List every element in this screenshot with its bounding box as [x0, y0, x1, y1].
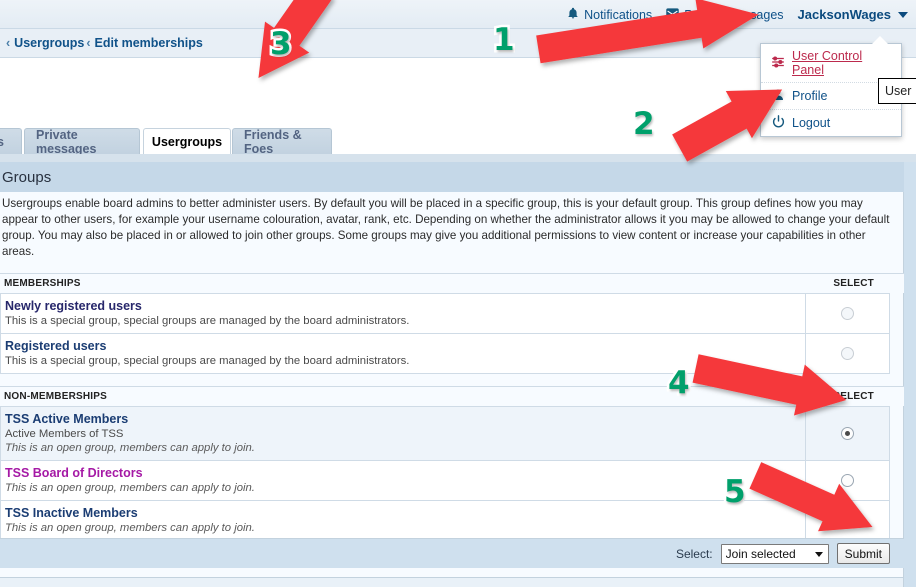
- group-radio[interactable]: [841, 307, 854, 320]
- tab-usergroups-label: Usergroups: [151, 134, 223, 149]
- group-name[interactable]: Newly registered users: [5, 298, 799, 314]
- menu-item-user-control-panel-label: User Control Panel: [792, 49, 863, 77]
- nonmemberships-select-label: SELECT: [833, 391, 874, 402]
- group-description: This is a special group, special groups …: [5, 315, 410, 327]
- group-name[interactable]: TSS Board of Directors: [5, 465, 799, 481]
- nonmemberships-label: NON-MEMBERSHIPS: [4, 391, 108, 402]
- group-name[interactable]: TSS Active Members: [5, 411, 799, 427]
- group-info: TSS Board of Directors This is an open g…: [1, 461, 805, 500]
- group-radio[interactable]: [841, 347, 854, 360]
- group-description: This is a special group, special groups …: [5, 355, 410, 367]
- menu-item-logout-label: Logout: [792, 116, 831, 130]
- tab-private-messages-label: Private messages: [36, 127, 97, 156]
- table-row: TSS Board of Directors This is an open g…: [0, 461, 890, 501]
- panel-header: Groups: [0, 162, 904, 192]
- submit-bar: Select: Join selected Submit: [0, 538, 904, 568]
- group-select-cell: [805, 501, 889, 540]
- breadcrumb-separator-1: ‹: [86, 36, 91, 50]
- breadcrumb-item-edit-memberships[interactable]: Edit memberships: [95, 36, 203, 50]
- group-join-note: This is an open group, members can apply…: [5, 522, 255, 534]
- menu-item-profile-label: Profile: [792, 89, 828, 103]
- group-join-note: This is an open group, members can apply…: [5, 482, 255, 494]
- nonmemberships-list: TSS Active Members Active Members of TSS…: [0, 406, 896, 541]
- tab-profile-partial[interactable]: es: [0, 128, 22, 154]
- bottom-strip: [0, 577, 904, 587]
- chevron-down-icon: [898, 11, 908, 18]
- tab-usergroups[interactable]: Usergroups: [143, 128, 231, 154]
- select-action-label: Select:: [675, 546, 713, 561]
- breadcrumb-separator-0: ‹: [6, 36, 11, 50]
- tabs-underline: [0, 154, 916, 162]
- bell-icon: [567, 7, 579, 22]
- group-radio[interactable]: [841, 474, 854, 487]
- tooltip-popup: User: [878, 78, 916, 104]
- menu-item-logout[interactable]: Logout: [761, 110, 901, 136]
- page-title: Groups: [2, 168, 52, 186]
- page-root: Notifications Private messages JacksonWa…: [0, 0, 916, 587]
- private-messages-label: Private messages: [684, 7, 784, 22]
- group-radio[interactable]: [841, 514, 854, 527]
- username-menu-toggle[interactable]: JacksonWages: [798, 7, 908, 22]
- memberships-label: MEMBERSHIPS: [4, 278, 81, 289]
- table-row: TSS Inactive Members This is an open gro…: [0, 501, 890, 541]
- submit-button[interactable]: Submit: [836, 543, 890, 564]
- right-gutter: [904, 162, 916, 587]
- panel-description: Usergroups enable board admins to better…: [2, 197, 890, 258]
- group-info: Newly registered users This is a special…: [1, 294, 805, 333]
- groups-panel: Groups Usergroups enable board admins to…: [0, 162, 904, 577]
- private-messages-link[interactable]: Private messages: [666, 7, 784, 22]
- tab-private-messages[interactable]: Private messages: [24, 127, 140, 156]
- tooltip-text: User: [885, 84, 912, 98]
- group-name[interactable]: TSS Inactive Members: [5, 505, 799, 521]
- group-radio[interactable]: [841, 427, 854, 440]
- group-info: Registered users This is a special group…: [1, 334, 805, 373]
- group-info: TSS Active Members Active Members of TSS…: [1, 407, 805, 460]
- memberships-section-header: MEMBERSHIPS SELECT: [0, 273, 904, 293]
- envelope-icon: [666, 8, 679, 21]
- group-join-note: This is an open group, members can apply…: [5, 442, 255, 454]
- memberships-select-label: SELECT: [833, 278, 874, 289]
- top-header-bar: Notifications Private messages JacksonWa…: [0, 0, 916, 29]
- power-icon: [771, 115, 785, 131]
- group-description: Active Members of TSS: [5, 428, 124, 440]
- tab-friends-foes-label: Friends & Foes: [244, 127, 302, 156]
- group-select-cell: [805, 407, 889, 460]
- group-info: TSS Inactive Members This is an open gro…: [1, 501, 805, 540]
- memberships-list: Newly registered users This is a special…: [0, 293, 896, 374]
- breadcrumb-item-usergroups[interactable]: Usergroups: [14, 36, 84, 50]
- sliders-icon: [771, 55, 785, 71]
- table-row: Newly registered users This is a special…: [0, 293, 890, 334]
- notifications-link[interactable]: Notifications: [567, 7, 652, 22]
- table-row: Registered users This is a special group…: [0, 334, 890, 374]
- top-header-links: Notifications Private messages JacksonWa…: [567, 0, 908, 29]
- group-select-cell: [805, 334, 889, 373]
- select-action-wrapper: Join selected: [720, 543, 829, 564]
- group-select-cell: [805, 461, 889, 500]
- tab-profile-partial-label: es: [0, 134, 4, 149]
- group-name[interactable]: Registered users: [5, 338, 799, 354]
- select-action-dropdown[interactable]: Join selected: [720, 543, 829, 564]
- username-label: JacksonWages: [797, 7, 891, 22]
- nonmemberships-section-header: NON-MEMBERSHIPS SELECT: [0, 386, 904, 406]
- notifications-label: Notifications: [584, 7, 653, 22]
- table-row: TSS Active Members Active Members of TSS…: [0, 406, 890, 461]
- group-select-cell: [805, 294, 889, 333]
- tab-friends-foes[interactable]: Friends & Foes: [232, 127, 332, 156]
- user-icon: [771, 88, 785, 104]
